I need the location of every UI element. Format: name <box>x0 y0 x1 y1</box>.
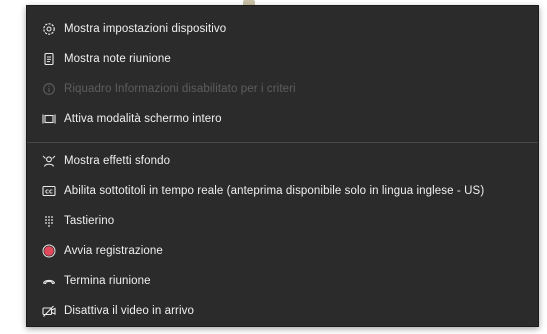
more-actions-menu: Mostra impostazioni dispositivo Mostra n… <box>26 5 539 327</box>
menu-item-end-meeting[interactable]: Termina riunione <box>27 266 538 296</box>
menu-item-label: Avvia registrazione <box>64 245 163 257</box>
notes-icon <box>42 52 56 66</box>
menu-item-info-pane-disabled: Riquadro Informazioni disabilitato per i… <box>27 74 538 104</box>
keypad-icon <box>42 214 56 228</box>
menu-item-disable-incoming-video[interactable]: Disattiva il video in arrivo <box>27 296 538 326</box>
end-call-icon <box>42 274 56 288</box>
background-effects-icon <box>42 154 56 168</box>
menu-item-background-effects[interactable]: Mostra effetti sfondo <box>27 146 538 176</box>
menu-item-device-settings[interactable]: Mostra impostazioni dispositivo <box>27 14 538 44</box>
menu-item-label: Mostra impostazioni dispositivo <box>64 23 227 35</box>
menu-item-keypad[interactable]: Tastierino <box>27 206 538 236</box>
menu-item-live-captions[interactable]: CC Abilita sottotitoli in tempo reale (a… <box>27 176 538 206</box>
menu-item-label: Abilita sottotitoli in tempo reale (ante… <box>64 185 485 197</box>
menu-item-fullscreen[interactable]: Attiva modalità schermo intero <box>27 104 538 134</box>
menu-divider <box>27 142 538 143</box>
menu-item-label: Termina riunione <box>64 275 151 287</box>
gear-icon <box>42 22 56 36</box>
menu-item-label: Tastierino <box>64 215 115 227</box>
menu-item-label: Riquadro Informazioni disabilitato per i… <box>64 83 296 95</box>
captions-icon: CC <box>42 184 56 198</box>
menu-item-label: Mostra note riunione <box>64 53 171 65</box>
menu-item-meeting-notes[interactable]: Mostra note riunione <box>27 44 538 74</box>
record-icon <box>42 244 56 258</box>
menu-item-label: Mostra effetti sfondo <box>64 155 171 167</box>
svg-text:CC: CC <box>45 189 53 195</box>
menu-item-start-recording[interactable]: Avvia registrazione <box>27 236 538 266</box>
info-icon <box>42 82 56 96</box>
menu-item-label: Disattiva il video in arrivo <box>64 305 194 317</box>
video-off-icon <box>42 304 56 318</box>
fullscreen-icon <box>42 112 56 126</box>
menu-item-label: Attiva modalità schermo intero <box>64 113 222 125</box>
